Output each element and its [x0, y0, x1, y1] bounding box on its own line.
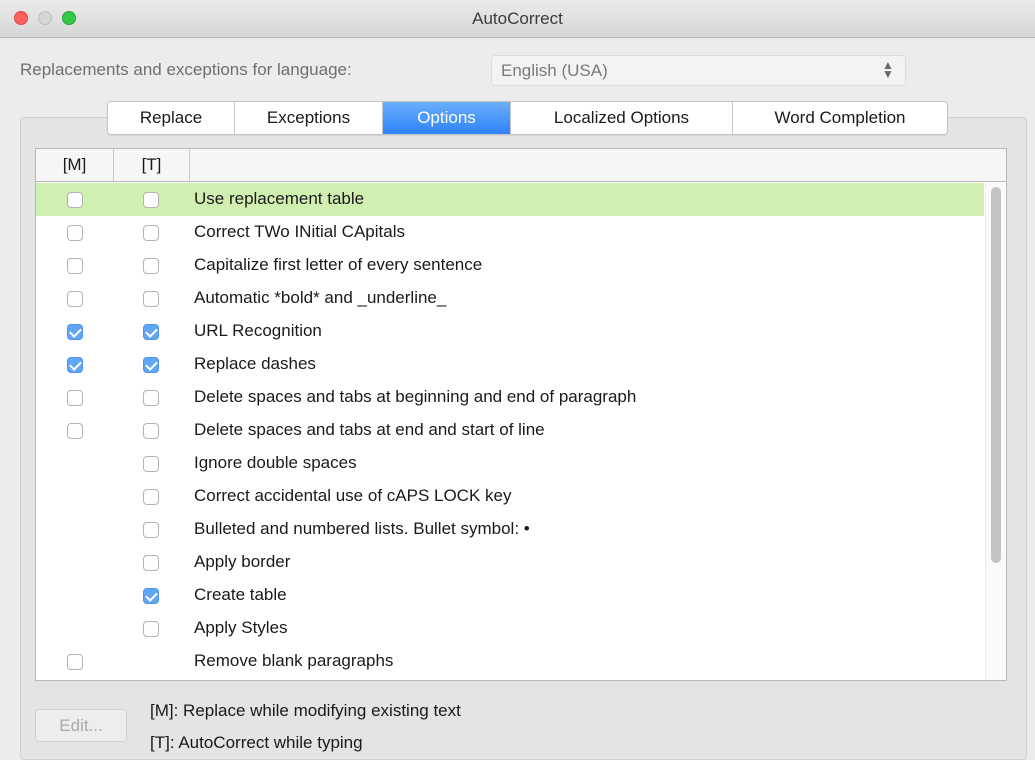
checkbox-m[interactable] [67, 390, 83, 406]
list-item[interactable]: Apply Styles [36, 612, 984, 645]
list-item[interactable]: Capitalize first letter of every sentenc… [36, 249, 984, 282]
list-item[interactable]: Bulleted and numbered lists. Bullet symb… [36, 513, 984, 546]
checkbox-m[interactable] [67, 357, 83, 373]
checkbox-m[interactable] [67, 291, 83, 307]
list-item-label: Apply border [194, 552, 291, 571]
list-item[interactable]: Ignore double spaces [36, 447, 984, 480]
list-item[interactable]: Correct TWo INitial CApitals [36, 216, 984, 249]
tab-word-completion[interactable]: Word Completion [733, 102, 947, 134]
legend-m: [M]: Replace while modifying existing te… [150, 701, 461, 720]
legend-t: [T]: AutoCorrect while typing [150, 733, 363, 752]
list-item[interactable]: Use replacement table [36, 183, 984, 216]
list-item-label: Automatic *bold* and _underline_ [194, 288, 447, 307]
list-item[interactable]: Delete spaces and tabs at beginning and … [36, 381, 984, 414]
list-item-label: Apply Styles [194, 618, 288, 637]
checkbox-t[interactable] [143, 390, 159, 406]
list-item[interactable]: URL Recognition [36, 315, 984, 348]
list-item-label: Bulleted and numbered lists. Bullet symb… [194, 519, 530, 538]
checkbox-t[interactable] [143, 456, 159, 472]
list-item[interactable]: Automatic *bold* and _underline_ [36, 282, 984, 315]
tab-bar: Replace Exceptions Options Localized Opt… [107, 101, 948, 135]
list-item-label: Ignore double spaces [194, 453, 357, 472]
checkbox-t[interactable] [143, 291, 159, 307]
list-item-label: Replace dashes [194, 354, 316, 373]
list-item[interactable]: Create table [36, 579, 984, 612]
tab-exceptions[interactable]: Exceptions [235, 102, 383, 134]
list-item-label: Delete spaces and tabs at beginning and … [194, 387, 637, 406]
list-header: [M] [T] [36, 149, 1006, 182]
column-header-t[interactable]: [T] [114, 149, 190, 181]
checkbox-m[interactable] [67, 258, 83, 274]
checkbox-t[interactable] [143, 357, 159, 373]
checkbox-t[interactable] [143, 192, 159, 208]
title-bar: AutoCorrect [0, 0, 1035, 38]
list-item-label: Capitalize first letter of every sentenc… [194, 255, 483, 274]
list-item[interactable]: Correct accidental use of cAPS LOCK key [36, 480, 984, 513]
list-item[interactable]: Replace dashes [36, 348, 984, 381]
window-title: AutoCorrect [472, 9, 563, 28]
checkbox-t[interactable] [143, 489, 159, 505]
checkbox-t[interactable] [143, 621, 159, 637]
language-select-value: English (USA) [501, 61, 608, 80]
scrollbar-thumb[interactable] [991, 187, 1001, 563]
checkbox-t[interactable] [143, 225, 159, 241]
list-item-label: Use replacement table [194, 189, 365, 208]
checkbox-m[interactable] [67, 654, 83, 670]
list-item-label: Delete spaces and tabs at end and start … [194, 420, 545, 439]
list-rows: Use replacement table Correct TWo INitial… [36, 183, 984, 678]
checkbox-t[interactable] [143, 258, 159, 274]
tab-options[interactable]: Options [383, 102, 511, 134]
tab-localized-options[interactable]: Localized Options [511, 102, 733, 134]
up-down-chevron-icon: ▲ ▼ [882, 58, 894, 81]
list-item-label: Create table [194, 585, 287, 604]
checkbox-m[interactable] [67, 225, 83, 241]
checkbox-t[interactable] [143, 555, 159, 571]
language-select[interactable]: English (USA) ▲ ▼ [491, 55, 906, 86]
checkbox-t[interactable] [143, 588, 159, 604]
list-item[interactable]: Apply border [36, 546, 984, 579]
list-item[interactable]: Remove blank paragraphs [36, 645, 984, 678]
checkbox-t[interactable] [143, 522, 159, 538]
list-item-label: Correct accidental use of cAPS LOCK key [194, 486, 512, 505]
checkbox-m[interactable] [67, 324, 83, 340]
checkbox-m[interactable] [67, 192, 83, 208]
checkbox-m[interactable] [67, 423, 83, 439]
checkbox-t[interactable] [143, 423, 159, 439]
column-header-m[interactable]: [M] [36, 149, 114, 181]
list-item-label: URL Recognition [194, 321, 322, 340]
vertical-scrollbar[interactable] [985, 183, 1006, 680]
list-item[interactable]: Delete spaces and tabs at end and start … [36, 414, 984, 447]
edit-button[interactable]: Edit... [35, 709, 127, 742]
checkbox-t[interactable] [143, 324, 159, 340]
options-list: [M] [T] Use replacement table Correct TWo… [35, 148, 1007, 681]
list-item-label: Correct TWo INitial CApitals [194, 222, 405, 241]
list-item-label: Remove blank paragraphs [194, 651, 394, 670]
language-label: Replacements and exceptions for language… [20, 60, 352, 79]
tab-replace[interactable]: Replace [108, 102, 235, 134]
